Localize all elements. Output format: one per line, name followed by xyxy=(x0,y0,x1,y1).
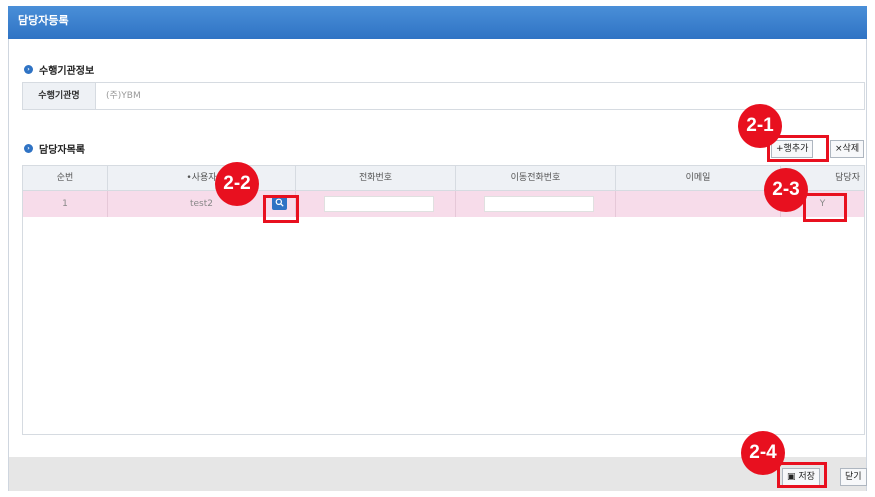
cell-mobile[interactable] xyxy=(456,191,616,217)
agency-value: (주)YBM xyxy=(106,91,141,101)
agency-row: 수행기관명 (주)YBM xyxy=(22,82,865,110)
section-manager-list: › 담당자목록 xyxy=(24,141,85,156)
table-row[interactable]: 1 test2 Y xyxy=(23,191,864,217)
cell-email[interactable] xyxy=(616,191,781,217)
highlight-save xyxy=(777,462,827,488)
highlight-primary-cell xyxy=(803,193,847,222)
grid-header: 순번 •사용자 전화번호 이동전화번호 이메일 담당자 xyxy=(23,166,864,191)
bullet-icon: › xyxy=(24,65,33,74)
col-mobile-header: 이동전화번호 xyxy=(456,166,616,190)
section-agency-info: › 수행기관정보 xyxy=(24,62,94,77)
section-agency-title: 수행기관정보 xyxy=(39,66,95,77)
highlight-user-search xyxy=(263,195,299,223)
col-seq-header: 순번 xyxy=(23,166,108,190)
callout-2-3: 2-3 xyxy=(764,168,808,212)
callout-2-2: 2-2 xyxy=(215,162,259,206)
section-manager-title: 담당자목록 xyxy=(39,145,85,156)
cell-user-value: test2 xyxy=(189,199,213,209)
callout-2-1: 2-1 xyxy=(738,104,782,148)
cell-phone[interactable] xyxy=(296,191,456,217)
window-title: 담당자등록 xyxy=(8,6,867,39)
col-user-header: •사용자 xyxy=(108,166,296,190)
agency-label: 수행기관명 xyxy=(23,83,96,109)
phone-input[interactable] xyxy=(324,196,434,212)
delete-row-button[interactable]: ×삭제 xyxy=(830,140,865,158)
manager-grid: 순번 •사용자 전화번호 이동전화번호 이메일 담당자 1 test2 Y xyxy=(22,165,865,435)
callout-2-4: 2-4 xyxy=(741,431,785,475)
cell-seq: 1 xyxy=(23,191,108,217)
mobile-input[interactable] xyxy=(484,196,594,212)
col-email-header: 이메일 xyxy=(616,166,781,190)
footer-bar xyxy=(9,457,866,491)
close-button[interactable]: 닫기 xyxy=(840,468,867,486)
bullet-icon: › xyxy=(24,144,33,153)
col-phone-header: 전화번호 xyxy=(296,166,456,190)
